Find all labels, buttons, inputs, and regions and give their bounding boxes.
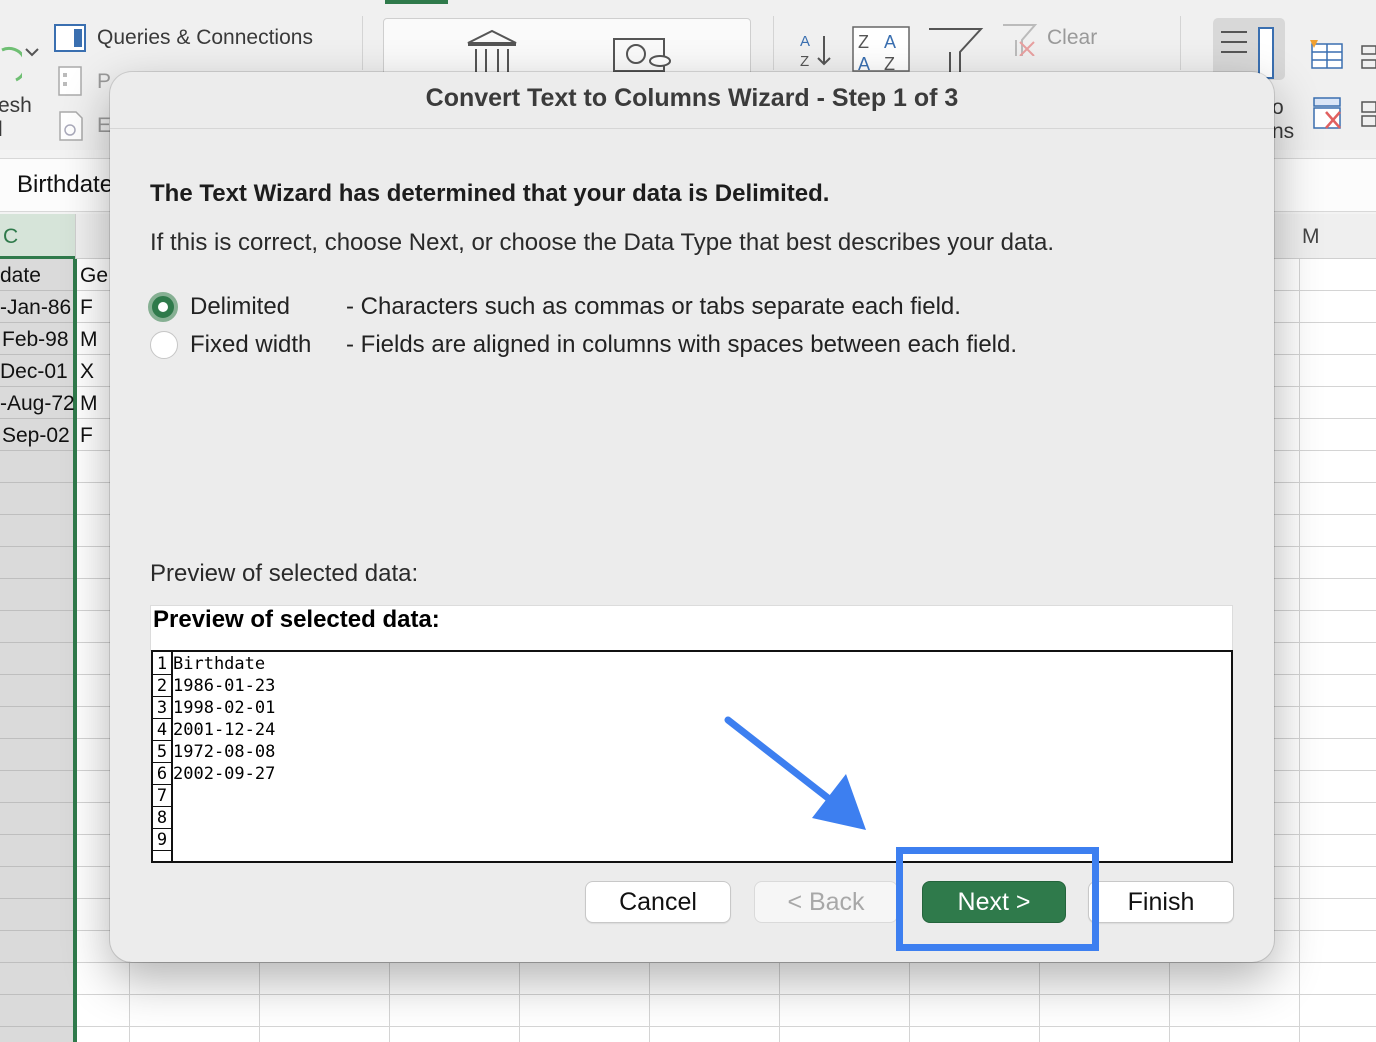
fixed-width-radio[interactable]	[150, 331, 178, 359]
selection-border	[73, 259, 77, 1042]
edit-links-button[interactable]: E	[97, 114, 111, 138]
cell-c5[interactable]: -Aug-72	[0, 392, 75, 416]
preview-row-number: 5	[153, 741, 173, 763]
consolidate-icon[interactable]	[1360, 100, 1376, 128]
refresh-all-label-line2[interactable]: l	[0, 118, 3, 142]
data-validation-icon[interactable]	[1360, 44, 1376, 72]
filter-icon[interactable]	[926, 26, 984, 72]
ribbon-fragment-label-2[interactable]: ns	[1272, 120, 1294, 144]
preview-row-number: 6	[153, 763, 173, 785]
text-to-columns-dialog: Convert Text to Columns Wizard - Step 1 …	[110, 72, 1274, 962]
cell-d2[interactable]: F	[80, 296, 93, 320]
cell-d3[interactable]: M	[80, 328, 98, 352]
ribbon-separator	[362, 16, 363, 70]
preview-row-value: 2002-09-27	[173, 764, 276, 784]
cell-d1[interactable]: Ge	[80, 264, 108, 288]
preview-row: 6 2002-09-27	[153, 763, 1231, 785]
preview-row: 7	[153, 785, 1231, 807]
clear-button[interactable]: Clear	[1047, 26, 1097, 50]
preview-row: 4 2001-12-24	[153, 719, 1231, 741]
formula-bar-value[interactable]: Birthdate	[17, 171, 113, 199]
preview-row-number: 1	[153, 653, 173, 675]
svg-text:A: A	[884, 32, 896, 52]
cell-c6[interactable]: Sep-02	[2, 424, 70, 448]
preview-row-number: 7	[153, 785, 173, 807]
column-header-c[interactable]: C	[0, 214, 75, 259]
cell-c1[interactable]: date	[0, 264, 41, 288]
column-header-divider	[75, 214, 76, 259]
fixed-width-label[interactable]: Fixed width	[190, 331, 311, 359]
option-delimited[interactable]: Delimited - Characters such as commas or…	[148, 290, 961, 324]
refresh-icon[interactable]	[0, 40, 22, 90]
preview-data-box[interactable]: 1 Birthdate 2 1986-01-23 3 1998-02-01 4 2001…	[151, 650, 1233, 863]
preview-row-number: 9	[153, 829, 173, 851]
preview-header-text: Preview of selected data:	[153, 606, 440, 633]
text-to-columns-button[interactable]	[1213, 18, 1285, 80]
cell-d5[interactable]: M	[80, 392, 98, 416]
title-separator	[110, 128, 1274, 129]
svg-text:Z: Z	[858, 32, 869, 52]
cell-d6[interactable]: F	[80, 424, 93, 448]
option-fixed-width[interactable]: Fixed width - Fields are aligned in colu…	[148, 328, 1017, 362]
delimited-description: - Characters such as commas or tabs sepa…	[346, 293, 961, 320]
preview-row: 1 Birthdate	[153, 653, 1231, 675]
preview-row-number: 4	[153, 719, 173, 741]
svg-text:A: A	[858, 54, 870, 72]
cell-c4[interactable]: Dec-01	[0, 360, 68, 384]
preview-row-number: 8	[153, 807, 173, 829]
active-tab-indicator	[385, 0, 448, 4]
preview-row: 3 1998-02-01	[153, 697, 1231, 719]
delimited-radio[interactable]	[148, 292, 178, 322]
cell-c2[interactable]: -Jan-86	[0, 296, 71, 320]
preview-row: 8	[153, 807, 1231, 829]
preview-row-value: 2001-12-24	[173, 720, 276, 740]
preview-row-value: 1972-08-08	[173, 742, 276, 762]
sort-ascending-icon[interactable]: A Z	[798, 30, 838, 70]
dialog-title: Convert Text to Columns Wizard - Step 1 …	[425, 84, 959, 112]
stocks-icon[interactable]	[464, 29, 520, 73]
ribbon-separator	[1180, 16, 1181, 70]
properties-icon[interactable]	[58, 66, 82, 96]
finish-button[interactable]: Finish	[1088, 881, 1234, 923]
preview-label: Preview of selected data:	[150, 560, 419, 587]
queries-connections-button[interactable]: Queries & Connections	[97, 26, 313, 50]
annotation-highlight-box	[896, 847, 1099, 951]
column-header-m[interactable]: M	[1302, 225, 1320, 249]
svg-text:Z: Z	[800, 53, 809, 70]
sort-icon[interactable]: Z A A Z	[852, 26, 910, 72]
cell-c3[interactable]: Feb-98	[2, 328, 69, 352]
preview-row-value: Birthdate	[173, 654, 266, 674]
wizard-instruction: If this is correct, choose Next, or choo…	[150, 229, 1055, 256]
refresh-all-label[interactable]: esh	[0, 94, 32, 118]
properties-button[interactable]: P	[97, 70, 111, 94]
preview-row: 2 1986-01-23	[153, 675, 1231, 697]
svg-text:Z: Z	[884, 54, 895, 72]
cancel-button[interactable]: Cancel	[585, 881, 731, 923]
column-header-c-label: C	[3, 225, 19, 248]
chevron-down-icon[interactable]	[24, 46, 40, 58]
annotation-arrow-icon	[724, 716, 866, 830]
preview-header: Preview of selected data:	[150, 605, 1233, 651]
svg-text:A: A	[800, 33, 810, 50]
preview-row-value: 1986-01-23	[173, 676, 276, 696]
cell-d4[interactable]: X	[80, 360, 94, 384]
preview-row: 5 1972-08-08	[153, 741, 1231, 763]
preview-row-number: 2	[153, 675, 173, 697]
geography-icon[interactable]	[612, 37, 674, 73]
preview-row-value: 1998-02-01	[173, 698, 276, 718]
flash-fill-icon[interactable]	[1308, 38, 1344, 70]
edit-links-icon[interactable]	[58, 110, 86, 142]
back-button[interactable]: < Back	[754, 881, 898, 923]
queries-connections-icon[interactable]	[54, 24, 86, 52]
ribbon-separator	[773, 16, 774, 70]
preview-row-number: 3	[153, 697, 173, 719]
delimited-label[interactable]: Delimited	[190, 293, 290, 321]
clear-filter-icon[interactable]	[1000, 22, 1040, 56]
remove-duplicates-icon[interactable]	[1312, 96, 1344, 130]
wizard-heading: The Text Wizard has determined that your…	[150, 180, 830, 207]
fixed-width-description: - Fields are aligned in columns with spa…	[346, 331, 1018, 358]
